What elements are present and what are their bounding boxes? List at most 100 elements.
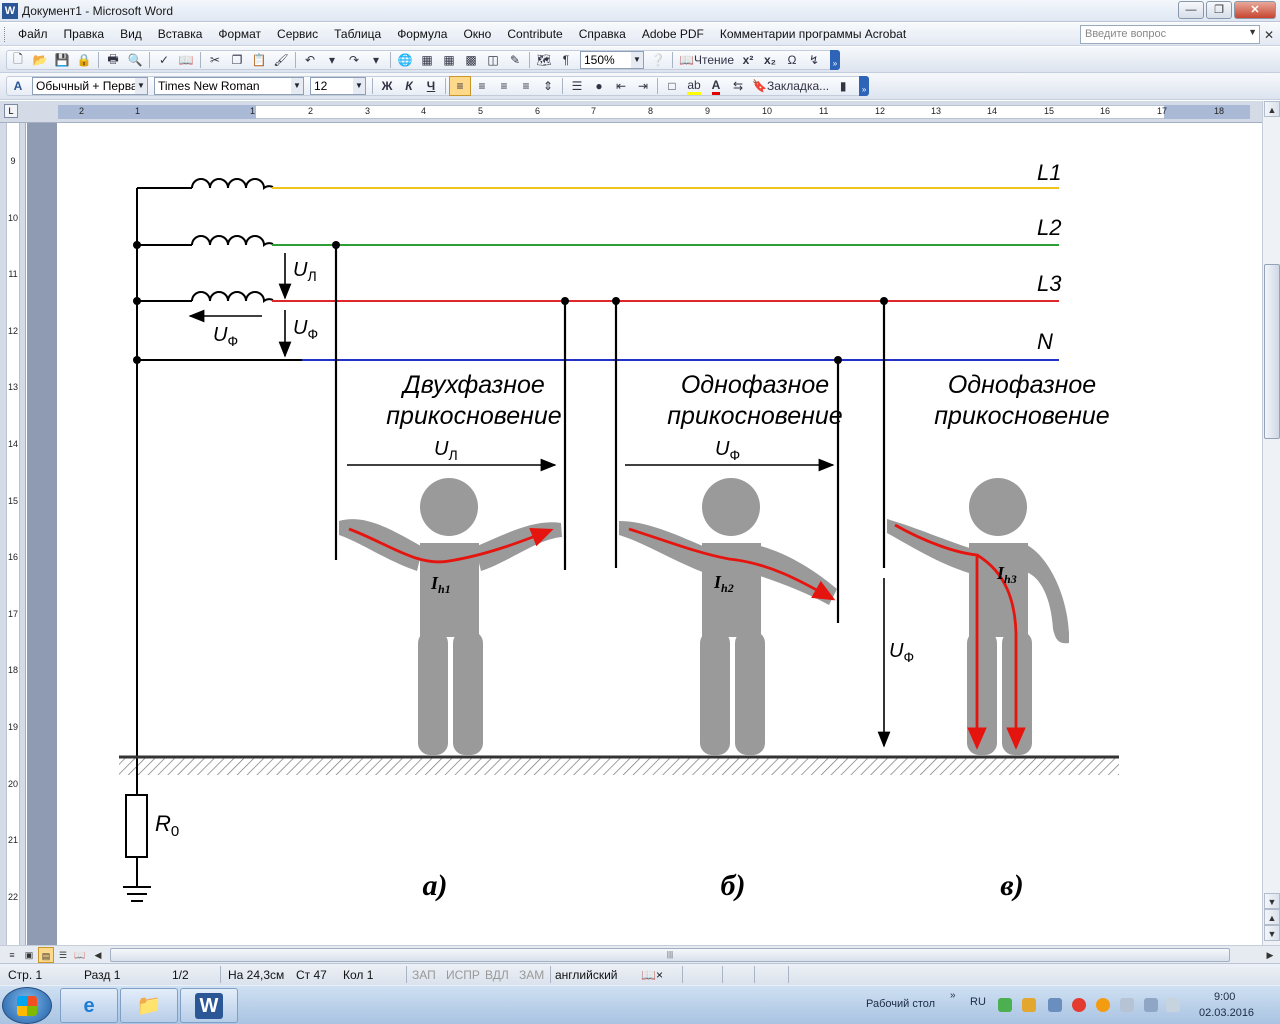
hand-icon[interactable]: [1022, 998, 1036, 1012]
redo-icon[interactable]: ↷: [343, 50, 365, 70]
desktop-label[interactable]: Рабочий стол: [866, 998, 935, 1010]
antivirus-icon[interactable]: [1072, 998, 1086, 1012]
outline-view-icon[interactable]: ☰: [55, 947, 71, 963]
menu-format[interactable]: Формат: [216, 27, 263, 41]
styles-pane-icon[interactable]: A: [7, 76, 29, 96]
chevron-down-icon[interactable]: ▼: [631, 52, 643, 68]
taskbar-word[interactable]: W: [180, 988, 238, 1023]
language-indicator[interactable]: RU: [970, 996, 986, 1008]
align-center-icon[interactable]: ≡: [471, 76, 493, 96]
previous-page-icon[interactable]: ▲: [1264, 909, 1280, 925]
cut-icon[interactable]: ✂: [204, 50, 226, 70]
font-select[interactable]: Times New Roman ▼: [154, 77, 304, 95]
paste-icon[interactable]: 📋: [248, 50, 270, 70]
chevron-down-icon[interactable]: ▾: [321, 50, 343, 70]
line-spacing-icon[interactable]: ⇕: [537, 76, 559, 96]
horizontal-scrollbar[interactable]: ≡ ▣ ▤ ☰ 📖 ◀ ||| ▶: [0, 945, 1280, 963]
horizontal-ruler[interactable]: L 2 1 1 2 3 4 5 6 7 8 9 10 11 12 13 14 15 16 17 18: [0, 101, 1280, 123]
align-left-icon[interactable]: ≡: [449, 76, 471, 96]
menu-view[interactable]: Вид: [118, 27, 144, 41]
research-icon[interactable]: 📖: [175, 50, 197, 70]
open-folder-icon[interactable]: 📂: [29, 50, 51, 70]
spelling-icon[interactable]: ✓: [153, 50, 175, 70]
text-direction-icon[interactable]: ⇆: [727, 76, 749, 96]
bullets-icon[interactable]: ●: [588, 76, 610, 96]
document-page[interactable]: L1 L2 L3 N UЛ UФ UФ Двухфазное прикоснов…: [57, 123, 1262, 945]
vertical-scrollbar[interactable]: ▲ ▼ ▲ ▼: [1262, 101, 1280, 945]
insert-excel-icon[interactable]: ▩: [460, 50, 482, 70]
menu-window[interactable]: Окно: [461, 27, 493, 41]
close-document-icon[interactable]: ✕: [1264, 28, 1274, 42]
scroll-left-icon[interactable]: ◀: [90, 947, 106, 963]
restore-button[interactable]: ❐: [1206, 1, 1232, 19]
spelling-status-icon[interactable]: 📖×: [641, 968, 663, 982]
underline-button[interactable]: Ч: [420, 76, 442, 96]
status-track-changes[interactable]: ИСПР: [446, 968, 480, 982]
insert-table-icon[interactable]: ▦: [438, 50, 460, 70]
bold-button[interactable]: Ж: [376, 76, 398, 96]
menu-table[interactable]: Таблица: [332, 27, 383, 41]
format-painter-icon[interactable]: 🖌: [270, 50, 292, 70]
menu-edit[interactable]: Правка: [62, 27, 107, 41]
flag-icon[interactable]: [1120, 998, 1134, 1012]
help-search-input[interactable]: Введите вопрос ▼: [1080, 25, 1260, 44]
reading-mode-button[interactable]: 📖 Чтение: [676, 50, 737, 70]
start-button[interactable]: [2, 987, 52, 1024]
subscript-icon[interactable]: x₂: [759, 50, 781, 70]
superscript-icon[interactable]: x²: [737, 50, 759, 70]
scroll-down-icon[interactable]: ▼: [1264, 893, 1280, 909]
undo-icon[interactable]: ↶: [299, 50, 321, 70]
vertical-ruler[interactable]: 9 10 11 12 13 14 15 16 17 18 19 20 21 22: [0, 123, 26, 945]
clock-date[interactable]: 02.03.2016: [1199, 1007, 1254, 1019]
network-icon[interactable]: [1048, 998, 1062, 1012]
reading-view-icon[interactable]: 📖: [72, 947, 88, 963]
menu-file[interactable]: Файл: [16, 27, 50, 41]
bookmark-button[interactable]: 🔖 Закладка...: [749, 76, 832, 96]
menu-tools[interactable]: Сервис: [275, 27, 320, 41]
italic-button[interactable]: К: [398, 76, 420, 96]
menu-formula[interactable]: Формула: [395, 27, 449, 41]
font-size-select[interactable]: 12 ▼: [310, 77, 366, 95]
menu-acrobat-comments[interactable]: Комментарии программы Acrobat: [718, 27, 908, 41]
permission-icon[interactable]: 🔒: [73, 50, 95, 70]
scroll-up-icon[interactable]: ▲: [1264, 101, 1280, 117]
status-language[interactable]: английский: [555, 968, 617, 982]
web-layout-icon[interactable]: ▣: [21, 947, 37, 963]
menu-help[interactable]: Справка: [577, 27, 628, 41]
menu-insert[interactable]: Вставка: [156, 27, 205, 41]
toolbar-overflow-icon[interactable]: »: [830, 50, 840, 70]
menu-adobe-pdf[interactable]: Adobe PDF: [640, 27, 706, 41]
style-select[interactable]: Обычный + Перва ▼: [32, 77, 148, 95]
save-icon[interactable]: 💾: [51, 50, 73, 70]
chevron-down-icon[interactable]: ▼: [135, 78, 147, 94]
status-extend[interactable]: ВДЛ: [485, 968, 509, 982]
align-right-icon[interactable]: ≡: [493, 76, 515, 96]
status-overtype[interactable]: ЗАМ: [519, 968, 544, 982]
increase-indent-icon[interactable]: ⇥: [632, 76, 654, 96]
taskbar-explorer[interactable]: 📁: [120, 988, 178, 1023]
signal-icon[interactable]: [1144, 998, 1158, 1012]
document-map-icon[interactable]: 🗺: [533, 50, 555, 70]
toolbar-overflow-icon[interactable]: »: [859, 76, 870, 96]
chevron-down-icon[interactable]: ▼: [291, 78, 303, 94]
minimize-button[interactable]: —: [1178, 1, 1204, 19]
chevron-down-icon[interactable]: ▼: [353, 78, 365, 94]
clock-time[interactable]: 9:00: [1214, 991, 1235, 1003]
grip-handle[interactable]: [4, 27, 7, 42]
print-icon[interactable]: 🖶: [102, 50, 124, 70]
tab-selector-icon[interactable]: L: [4, 104, 18, 118]
hyperlink-icon[interactable]: 🌐: [394, 50, 416, 70]
bar-chart-icon[interactable]: ▮: [832, 76, 854, 96]
normal-view-icon[interactable]: ≡: [4, 947, 20, 963]
numbering-icon[interactable]: ☰: [566, 76, 588, 96]
print-layout-icon[interactable]: ▤: [38, 947, 54, 963]
highlight-icon[interactable]: ab: [683, 76, 705, 96]
update-icon[interactable]: [1096, 998, 1110, 1012]
volume-icon[interactable]: [1166, 998, 1180, 1012]
show-formatting-icon[interactable]: ¶: [555, 50, 577, 70]
horizontal-scroll-thumb[interactable]: |||: [110, 948, 1230, 962]
word-icon[interactable]: W: [2, 3, 18, 19]
taskbar-ie[interactable]: e: [60, 988, 118, 1023]
chevron-right-icon[interactable]: »: [950, 990, 956, 1001]
font-color-icon[interactable]: A: [705, 76, 727, 96]
